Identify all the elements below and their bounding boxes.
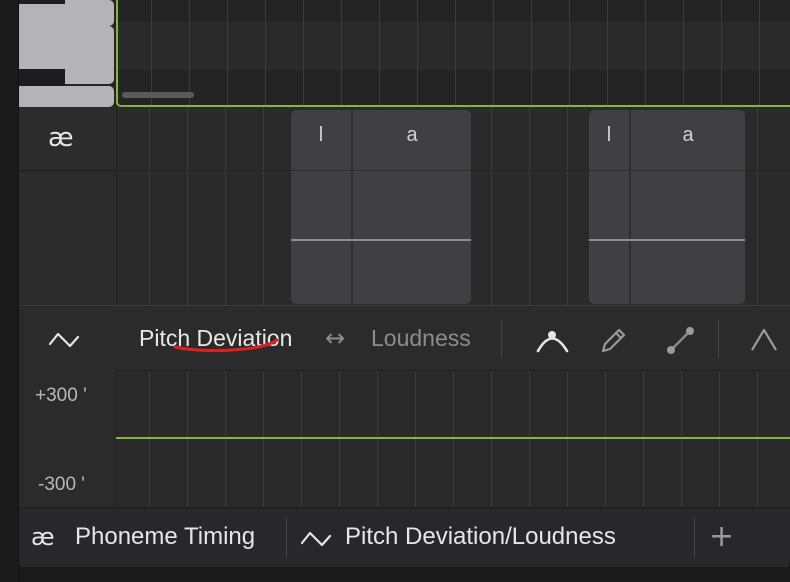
pitch-curve-icon: [301, 531, 332, 547]
piano-keyboard[interactable]: [19, 0, 116, 107]
phoneme-timing-panel: æ l a l a: [19, 107, 790, 305]
pencil-icon[interactable]: [594, 320, 634, 360]
phoneme-icon: æ: [48, 123, 74, 153]
range-max-label: +300 ': [35, 385, 87, 406]
phoneme-note-block[interactable]: l a: [291, 110, 471, 304]
phoneme-label: l: [606, 124, 612, 146]
phoneme-note-block[interactable]: l a: [589, 110, 745, 304]
range-min-label: -300 ': [38, 474, 85, 495]
piano-key-black[interactable]: [19, 69, 65, 86]
vibrato-curve-icon[interactable]: [533, 320, 573, 360]
anchor-icon[interactable]: [745, 320, 785, 360]
red-underline-annotation: [173, 338, 279, 353]
phoneme-icon: æ: [31, 523, 55, 551]
phoneme-label: l: [318, 124, 324, 146]
tab-phoneme-timing[interactable]: æ Phoneme Timing: [19, 508, 285, 568]
add-tab-button[interactable]: +: [709, 519, 734, 554]
tab-pitch-deviation-loudness-label: Pitch Deviation/Loudness: [345, 523, 616, 550]
parameter-range-sidebar: +300 ' -300 ': [19, 370, 117, 508]
phoneme-panel-header: æ: [19, 107, 117, 305]
piano-roll[interactable]: [19, 0, 790, 107]
panel-tab-bar: æ Phoneme Timing Pitch Deviation/Loudnes…: [19, 507, 790, 568]
piano-key-white[interactable]: [19, 86, 114, 107]
window-left-edge: [0, 0, 19, 582]
parameter-toolbar: Pitch Deviation ↔ Loudness: [19, 306, 790, 371]
window-bottom-edge: [19, 567, 790, 582]
loudness-tab[interactable]: Loudness: [371, 325, 471, 352]
piano-key-black[interactable]: [19, 0, 65, 4]
tab-pitch-deviation-loudness[interactable]: Pitch Deviation/Loudness: [287, 508, 693, 568]
tab-phoneme-timing-label: Phoneme Timing: [75, 523, 256, 550]
note-grid[interactable]: [116, 0, 790, 107]
pitch-deviation-curve[interactable]: [116, 437, 790, 439]
horizontal-scrollbar-thumb[interactable]: [122, 92, 194, 98]
swap-icon[interactable]: ↔: [325, 324, 345, 352]
phoneme-label: a: [406, 124, 418, 146]
pitch-curve-icon: [49, 332, 80, 348]
parameter-panel: Pitch Deviation ↔ Loudness +300 ' -300 ': [19, 305, 790, 508]
phoneme-label: a: [682, 124, 694, 146]
line-tool-icon[interactable]: [661, 320, 701, 360]
